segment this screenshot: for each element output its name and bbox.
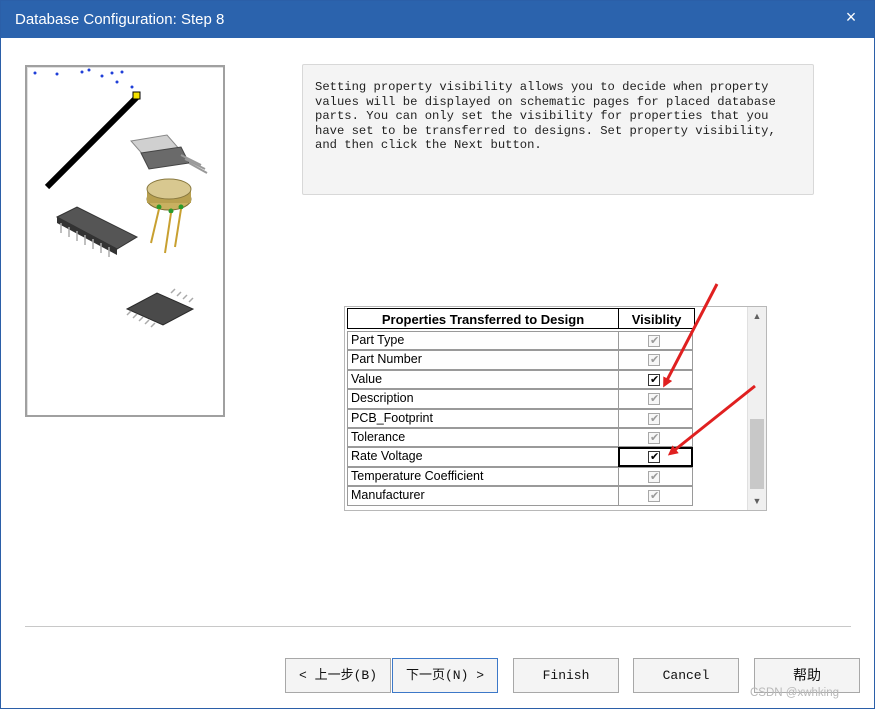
table-row[interactable]: Value ✔ xyxy=(347,369,693,390)
check-icon: ✔ xyxy=(650,490,660,503)
title-bar: Database Configuration: Step 8 × xyxy=(1,1,874,38)
table-row[interactable]: Temperature Coefficient ✔ xyxy=(347,466,693,487)
check-icon: ✔ xyxy=(650,470,660,483)
visibility-checkbox: ✔ xyxy=(648,393,660,406)
wizard-window: Database Configuration: Step 8 × Setting… xyxy=(0,0,875,709)
next-button[interactable]: 下一页(N) > xyxy=(392,658,498,693)
property-visibility-grid[interactable]: Properties Transferred to Design Visibli… xyxy=(344,306,767,511)
property-name-cell: Part Type xyxy=(347,331,619,351)
check-icon: ✔ xyxy=(650,335,660,347)
check-icon: ✔ xyxy=(650,412,660,425)
visibility-checkbox: ✔ xyxy=(648,432,660,444)
property-name-cell: Tolerance xyxy=(347,428,619,448)
scroll-up-icon[interactable]: ▲ xyxy=(748,307,766,325)
visibility-checkbox: ✔ xyxy=(648,470,660,483)
table-row[interactable]: Description ✔ xyxy=(347,389,693,409)
visibility-checkbox: ✔ xyxy=(648,412,660,425)
check-icon: ✔ xyxy=(650,432,660,444)
cancel-button[interactable]: Cancel xyxy=(633,658,739,693)
visibility-cell[interactable]: ✔ xyxy=(618,466,693,487)
window-title: Database Configuration: Step 8 xyxy=(15,11,225,28)
property-name-cell: PCB_Footprint xyxy=(347,408,619,428)
visibility-checkbox: ✔ xyxy=(648,335,660,347)
property-name-cell: Value xyxy=(347,369,619,390)
check-icon: ✔ xyxy=(650,354,660,367)
check-icon: ✔ xyxy=(650,451,660,464)
close-icon[interactable]: × xyxy=(840,6,862,28)
wizard-illustration xyxy=(25,65,225,417)
grid-scrollbar[interactable]: ▲ ▼ xyxy=(747,307,766,510)
grid-header-visibility: Visiblity xyxy=(618,308,695,329)
info-panel: Setting property visibility allows you t… xyxy=(302,64,814,195)
watermark: CSDN @xwhking xyxy=(750,687,840,699)
grid-header-properties: Properties Transferred to Design xyxy=(347,308,619,329)
finish-button[interactable]: Finish xyxy=(513,658,619,693)
visibility-cell[interactable]: ✔ xyxy=(618,369,693,390)
scroll-down-icon[interactable]: ▼ xyxy=(748,492,766,510)
table-row[interactable]: Part Number ✔ xyxy=(347,350,693,370)
property-name-cell: Description xyxy=(347,389,619,409)
info-text: Setting property visibility allows you t… xyxy=(315,80,776,153)
visibility-cell[interactable]: ✔ xyxy=(618,408,693,428)
visibility-checkbox: ✔ xyxy=(648,490,660,503)
property-name-cell: Rate Voltage xyxy=(347,447,619,467)
check-icon: ✔ xyxy=(650,393,660,406)
visibility-checkbox[interactable]: ✔ xyxy=(648,451,660,464)
property-name-cell: Manufacturer xyxy=(347,486,619,506)
electronic-components-icon xyxy=(33,68,208,328)
table-row[interactable]: Manufacturer ✔ xyxy=(347,486,693,506)
visibility-cell[interactable]: ✔ xyxy=(618,389,693,409)
table-row[interactable]: Part Type ✔ xyxy=(347,331,693,351)
scroll-thumb[interactable] xyxy=(750,419,764,489)
property-name-cell: Part Number xyxy=(347,350,619,370)
visibility-cell[interactable]: ✔ xyxy=(618,447,693,467)
visibility-cell[interactable]: ✔ xyxy=(618,486,693,506)
visibility-cell[interactable]: ✔ xyxy=(618,428,693,448)
table-row[interactable]: PCB_Footprint ✔ xyxy=(347,408,693,428)
table-row[interactable]: Tolerance ✔ xyxy=(347,428,693,448)
back-button[interactable]: < 上一步(B) xyxy=(285,658,391,693)
check-icon: ✔ xyxy=(650,373,660,386)
visibility-cell[interactable]: ✔ xyxy=(618,350,693,370)
visibility-checkbox[interactable]: ✔ xyxy=(648,373,660,386)
table-row[interactable]: Rate Voltage ✔ xyxy=(347,447,693,467)
footer-divider xyxy=(25,626,851,627)
visibility-checkbox: ✔ xyxy=(648,354,660,367)
visibility-cell[interactable]: ✔ xyxy=(618,331,693,351)
property-name-cell: Temperature Coefficient xyxy=(347,466,619,487)
